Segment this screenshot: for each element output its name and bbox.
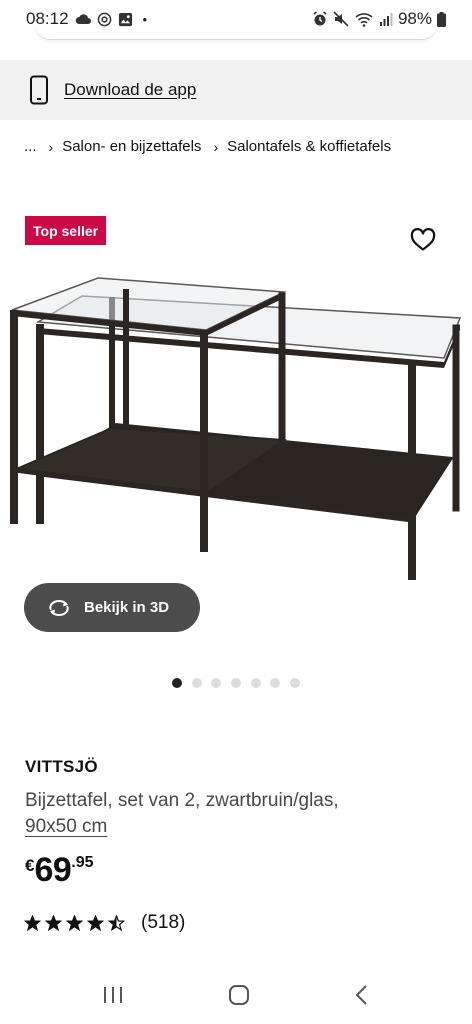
price-decimal: .95 bbox=[71, 854, 94, 871]
star-full-icon bbox=[24, 915, 41, 931]
product-description: Bijzettafel, set van 2, zwartbruin/glas, bbox=[25, 790, 339, 811]
carousel-dot[interactable] bbox=[290, 678, 301, 688]
phone-icon bbox=[30, 75, 48, 105]
battery-icon bbox=[437, 11, 446, 27]
carousel-dot[interactable] bbox=[270, 678, 281, 688]
rating-stars bbox=[24, 915, 125, 931]
product-size-link[interactable]: 90x50 cm bbox=[25, 816, 107, 838]
carousel-dot[interactable] bbox=[211, 678, 222, 688]
home-icon[interactable] bbox=[228, 984, 250, 1006]
view-in-3d-label: Bekijk in 3D bbox=[84, 599, 170, 616]
download-app-link[interactable]: Download de app bbox=[64, 80, 196, 100]
android-nav-bar bbox=[0, 966, 472, 1024]
mute-icon bbox=[333, 11, 349, 27]
star-full-icon bbox=[45, 915, 62, 931]
image-carousel-dots bbox=[172, 678, 301, 688]
carousel-dot[interactable] bbox=[250, 678, 261, 688]
carousel-dot[interactable] bbox=[231, 678, 242, 688]
product-name[interactable]: VITTSJÖ bbox=[25, 757, 98, 777]
breadcrumb-item-side-tables[interactable]: Salon- en bijzettafels bbox=[62, 138, 201, 155]
product-image[interactable] bbox=[0, 262, 472, 592]
carousel-dot[interactable] bbox=[191, 678, 202, 688]
back-icon[interactable] bbox=[354, 984, 370, 1006]
browser-card-edge bbox=[36, 26, 436, 40]
breadcrumb: ... › Salon- en bijzettafels › Salontafe… bbox=[24, 138, 462, 155]
star-half-icon bbox=[108, 915, 125, 931]
chevron-right-icon: › bbox=[48, 138, 54, 155]
carousel-dot[interactable] bbox=[172, 678, 182, 688]
price-currency: € bbox=[25, 856, 35, 875]
alarm-icon bbox=[313, 11, 327, 26]
signal-icon bbox=[379, 13, 393, 26]
top-seller-badge: Top seller bbox=[25, 216, 107, 245]
rotate-3d-icon bbox=[49, 599, 69, 616]
cloud-icon bbox=[75, 14, 91, 24]
wifi-icon bbox=[355, 13, 373, 27]
recent-apps-icon[interactable] bbox=[102, 985, 124, 1005]
star-full-icon bbox=[87, 915, 104, 931]
sync-icon bbox=[97, 12, 111, 26]
status-dot: • bbox=[142, 11, 148, 27]
view-in-3d-button[interactable]: Bekijk in 3D bbox=[24, 583, 200, 632]
gallery-icon bbox=[118, 12, 132, 26]
product-rating[interactable]: (518) bbox=[24, 912, 185, 934]
star-full-icon bbox=[66, 915, 83, 931]
product-price: € 69 .95 bbox=[25, 848, 94, 892]
chevron-right-icon: › bbox=[213, 138, 219, 155]
app-download-banner[interactable]: Download de app bbox=[0, 60, 472, 120]
heart-icon[interactable] bbox=[410, 228, 436, 252]
price-integer: 69 bbox=[34, 851, 72, 889]
breadcrumb-ellipsis[interactable]: ... bbox=[24, 138, 37, 155]
rating-count: (518) bbox=[141, 912, 186, 933]
breadcrumb-item-coffee-tables[interactable]: Salontafels & koffietafels bbox=[227, 138, 391, 155]
